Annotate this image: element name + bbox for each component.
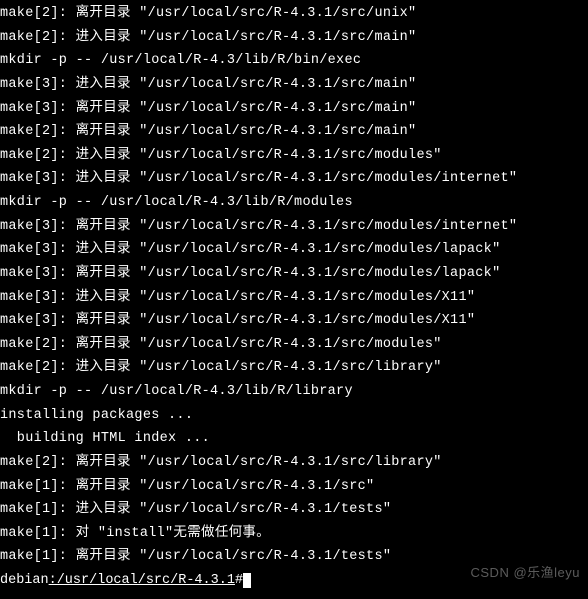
terminal-line: building HTML index ... (0, 427, 588, 451)
terminal-line: mkdir -p -- /usr/local/R-4.3/lib/R/libra… (0, 380, 588, 404)
terminal-line: make[2]: 离开目录 "/usr/local/src/R-4.3.1/sr… (0, 333, 588, 357)
terminal-line: make[2]: 离开目录 "/usr/local/src/R-4.3.1/sr… (0, 451, 588, 475)
terminal-line: make[3]: 进入目录 "/usr/local/src/R-4.3.1/sr… (0, 167, 588, 191)
prompt-path: :/usr/local/src/R-4.3.1 (49, 573, 235, 588)
terminal-prompt[interactable]: debian:/usr/local/src/R-4.3.1# (0, 569, 588, 593)
terminal-line: make[2]: 离开目录 "/usr/local/src/R-4.3.1/sr… (0, 120, 588, 144)
prompt-host: debian (0, 573, 49, 588)
terminal-line: make[2]: 进入目录 "/usr/local/src/R-4.3.1/sr… (0, 356, 588, 380)
terminal-line: make[3]: 进入目录 "/usr/local/src/R-4.3.1/sr… (0, 73, 588, 97)
terminal-line: make[2]: 进入目录 "/usr/local/src/R-4.3.1/sr… (0, 144, 588, 168)
terminal-line: make[1]: 对 "install"无需做任何事。 (0, 522, 588, 546)
terminal-line: make[3]: 进入目录 "/usr/local/src/R-4.3.1/sr… (0, 286, 588, 310)
terminal-line: make[1]: 进入目录 "/usr/local/src/R-4.3.1/te… (0, 498, 588, 522)
terminal-output: make[2]: 离开目录 "/usr/local/src/R-4.3.1/sr… (0, 2, 588, 569)
terminal-line: make[3]: 离开目录 "/usr/local/src/R-4.3.1/sr… (0, 262, 588, 286)
terminal-line: make[2]: 进入目录 "/usr/local/src/R-4.3.1/sr… (0, 26, 588, 50)
terminal-line: mkdir -p -- /usr/local/R-4.3/lib/R/bin/e… (0, 49, 588, 73)
terminal-line: make[3]: 离开目录 "/usr/local/src/R-4.3.1/sr… (0, 97, 588, 121)
terminal-line: make[1]: 离开目录 "/usr/local/src/R-4.3.1/te… (0, 545, 588, 569)
terminal-line: make[3]: 进入目录 "/usr/local/src/R-4.3.1/sr… (0, 238, 588, 262)
terminal-line: mkdir -p -- /usr/local/R-4.3/lib/R/modul… (0, 191, 588, 215)
terminal-line: make[2]: 离开目录 "/usr/local/src/R-4.3.1/sr… (0, 2, 588, 26)
terminal-line: installing packages ... (0, 404, 588, 428)
terminal-line: make[3]: 离开目录 "/usr/local/src/R-4.3.1/sr… (0, 215, 588, 239)
cursor (243, 573, 251, 588)
terminal-line: make[1]: 离开目录 "/usr/local/src/R-4.3.1/sr… (0, 475, 588, 499)
prompt-suffix: # (235, 573, 243, 588)
terminal-line: make[3]: 离开目录 "/usr/local/src/R-4.3.1/sr… (0, 309, 588, 333)
